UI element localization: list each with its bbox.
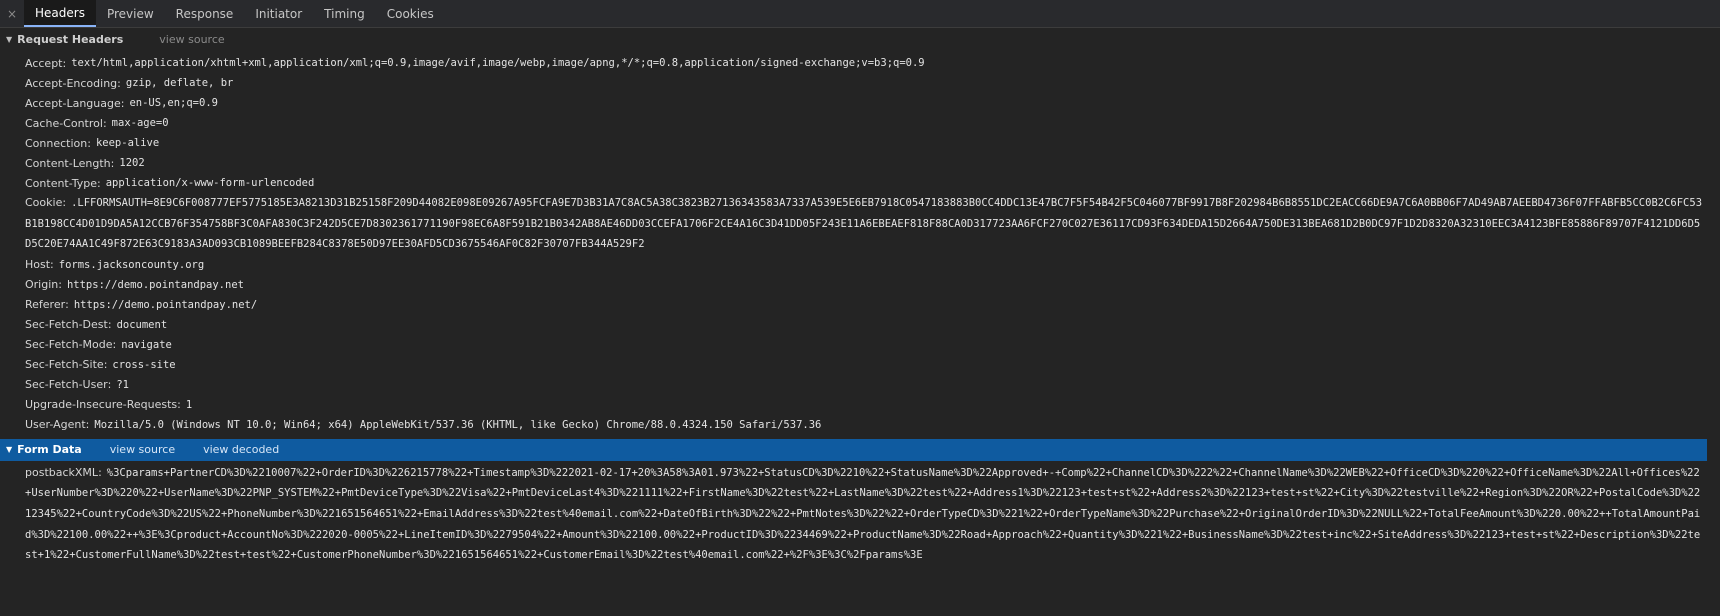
header-value: navigate xyxy=(121,338,172,351)
header-value: en-US,en;q=0.9 xyxy=(129,97,218,109)
tab-timing[interactable]: Timing xyxy=(313,0,376,27)
header-row-host: Host: forms.jacksoncounty.org xyxy=(0,255,1720,275)
header-colon: : xyxy=(177,398,181,412)
header-value: document xyxy=(116,318,168,331)
header-name: User-Agent xyxy=(25,418,86,432)
header-colon: : xyxy=(107,378,112,392)
header-name: Upgrade-Insecure-Requests xyxy=(25,398,178,412)
form-field-value: %3Cparams+PartnerCD%3D%2210007%22+OrderI… xyxy=(25,466,1701,562)
header-name: Cache-Control xyxy=(25,116,103,130)
header-value: text/html,application/xhtml+xml,applicat… xyxy=(71,57,925,69)
request-headers-section-header[interactable]: ▼ Request Headers view source xyxy=(0,28,1720,50)
header-colon: : xyxy=(110,156,115,170)
header-colon: : xyxy=(117,76,121,90)
header-value: gzip, deflate, br xyxy=(125,77,234,89)
header-name: Accept-Language xyxy=(25,96,121,110)
header-name: Content-Length xyxy=(25,156,111,170)
header-value: forms.jacksoncounty.org xyxy=(58,258,205,271)
header-value: max-age=0 xyxy=(111,117,169,129)
header-colon: : xyxy=(85,418,90,432)
header-colon: : xyxy=(112,338,117,352)
form-data-view-decoded-link[interactable]: view decoded xyxy=(203,443,279,456)
form-data-view-source-link[interactable]: view source xyxy=(110,443,175,456)
header-name: Accept-Encoding xyxy=(25,76,118,90)
header-row-accept-language: Accept-Language: en-US,en;q=0.9 xyxy=(0,93,1720,113)
header-name: Host xyxy=(25,258,51,272)
tab-cookies[interactable]: Cookies xyxy=(376,0,445,27)
form-row-postbackxml: postbackXML: %3Cparams+PartnerCD%3D%22100… xyxy=(0,463,1720,566)
header-row-sec-fetch-mode: Sec-Fetch-Mode: navigate xyxy=(0,335,1720,355)
tab-initiator[interactable]: Initiator xyxy=(244,0,313,27)
header-name: Sec-Fetch-Site xyxy=(25,358,104,372)
header-value: 1 xyxy=(185,398,193,411)
header-row-accept-encoding: Accept-Encoding: gzip, deflate, br xyxy=(0,73,1720,93)
header-row-referer: Referer: https://demo.pointandpay.net/ xyxy=(0,295,1720,315)
header-value: 1202 xyxy=(119,157,145,169)
header-colon: : xyxy=(62,196,67,209)
request-headers-title: Request Headers xyxy=(17,32,124,46)
header-row-cache-control: Cache-Control: max-age=0 xyxy=(0,113,1720,133)
header-row-content-length: Content-Length:1202 xyxy=(0,153,1720,173)
header-row-upgrade-insecure-requests: Upgrade-Insecure-Requests:1 xyxy=(0,395,1720,415)
header-colon: : xyxy=(65,298,69,312)
header-row-content-type: Content-Type: application/x-www-form-urle… xyxy=(0,173,1720,193)
header-row-sec-fetch-dest: Sec-Fetch-Dest: document xyxy=(0,315,1720,335)
header-row-accept: Accept: text/html,application/xhtml+xml,a… xyxy=(0,53,1720,73)
form-field-name: postbackXML xyxy=(25,465,99,479)
request-headers-list: Accept: text/html,application/xhtml+xml,a… xyxy=(0,50,1720,435)
header-value: keep-alive xyxy=(95,137,160,149)
header-name: Sec-Fetch-Mode xyxy=(25,338,113,352)
header-row-user-agent: User-Agent: Mozilla/5.0 (Windows NT 10.0;… xyxy=(0,415,1720,435)
triangle-down-icon: ▼ xyxy=(6,34,13,44)
header-value: .LFFORMSAUTH=8E9C6F008777EF5775185E3A821… xyxy=(25,197,1703,251)
header-name: Sec-Fetch-Dest xyxy=(25,318,108,332)
header-colon: : xyxy=(96,176,101,190)
header-value: application/x-www-form-urlencoded xyxy=(105,177,315,189)
header-value: ?1 xyxy=(116,378,130,391)
header-colon: : xyxy=(107,318,112,332)
header-value: cross-site xyxy=(112,358,176,371)
tab-headers[interactable]: Headers xyxy=(24,0,96,27)
header-value: https://demo.pointandpay.net/ xyxy=(73,298,258,311)
form-field-colon: : xyxy=(98,465,102,479)
form-data-title: Form Data xyxy=(17,443,82,457)
form-data-list: postbackXML: %3Cparams+PartnerCD%3D%22100… xyxy=(0,461,1720,566)
header-colon: : xyxy=(120,96,125,110)
header-value: Mozilla/5.0 (Windows NT 10.0; Win64; x64… xyxy=(94,418,822,431)
devtools-tabbar: × Headers Preview Response Initiator Tim… xyxy=(0,0,1720,28)
header-colon: : xyxy=(87,136,91,150)
header-name: Accept xyxy=(25,56,63,70)
close-icon[interactable]: × xyxy=(0,0,24,27)
header-name: Content-Type xyxy=(25,176,97,190)
header-colon: : xyxy=(58,278,62,292)
header-row-origin: Origin: https://demo.pointandpay.net xyxy=(0,275,1720,295)
header-row-sec-fetch-site: Sec-Fetch-Site: cross-site xyxy=(0,355,1720,375)
header-colon: : xyxy=(103,358,108,372)
headers-panel: ▼ Request Headers view source Accept: tex… xyxy=(0,28,1720,616)
header-name: Origin xyxy=(25,278,59,292)
header-row-cookie: Cookie: .LFFORMSAUTH=8E9C6F008777EF577518… xyxy=(0,193,1720,255)
header-value: https://demo.pointandpay.net xyxy=(66,278,244,291)
form-data-section-header[interactable]: ▼ Form Data view source view decoded xyxy=(0,438,1720,461)
header-colon: : xyxy=(62,56,67,70)
header-name: Referer xyxy=(25,298,66,312)
tab-preview[interactable]: Preview xyxy=(96,0,165,27)
tab-response[interactable]: Response xyxy=(165,0,245,27)
header-name: Cookie xyxy=(25,196,63,209)
header-colon: : xyxy=(102,116,107,130)
header-row-sec-fetch-user: Sec-Fetch-User: ?1 xyxy=(0,375,1720,395)
request-headers-view-source-link[interactable]: view source xyxy=(159,33,224,46)
triangle-down-icon: ▼ xyxy=(6,445,13,455)
vertical-scrollbar[interactable] xyxy=(1707,28,1720,616)
header-colon: : xyxy=(50,258,54,272)
header-name: Sec-Fetch-User xyxy=(25,378,108,392)
header-row-connection: Connection: keep-alive xyxy=(0,133,1720,153)
header-name: Connection xyxy=(25,136,88,150)
